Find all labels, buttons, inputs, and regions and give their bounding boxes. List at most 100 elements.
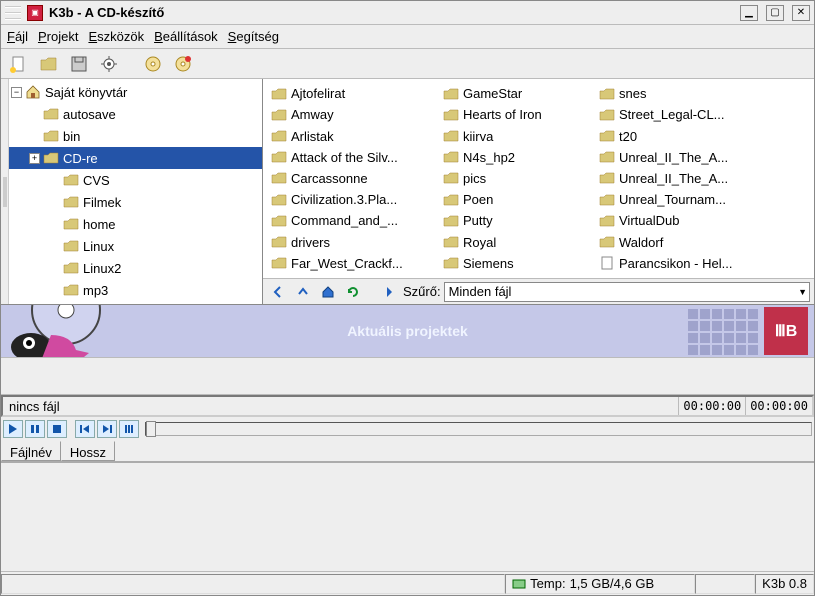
project-area[interactable] <box>1 463 814 571</box>
file-item[interactable]: N4s_hp2 <box>443 147 593 168</box>
tree-item[interactable]: CVS <box>9 169 262 191</box>
column-length[interactable]: Hossz <box>61 441 115 461</box>
file-item[interactable]: Ajtofelirat <box>271 83 437 104</box>
nav-up-button[interactable] <box>292 282 314 302</box>
file-item[interactable]: Far_West_Crackf... <box>271 253 437 274</box>
folder-icon <box>443 255 459 271</box>
filter-value: Minden fájl <box>449 284 512 299</box>
stop-button[interactable] <box>47 420 67 438</box>
banner-deco <box>688 309 758 355</box>
window-title: K3b - A CD-készítő <box>49 5 732 20</box>
menu-project[interactable]: Projekt <box>38 29 78 44</box>
next-button[interactable] <box>97 420 117 438</box>
file-item[interactable]: Attack of the Silv... <box>271 147 437 168</box>
nav-reload-button[interactable] <box>342 282 364 302</box>
tree-item[interactable]: home <box>9 213 262 235</box>
file-item[interactable]: Parancsikon - Hel... <box>599 253 769 274</box>
new-button[interactable] <box>7 52 31 76</box>
file-item[interactable]: Putty <box>443 210 593 231</box>
file-item[interactable]: Amway <box>271 104 437 125</box>
menu-file[interactable]: FFájlájl <box>7 29 28 44</box>
prev-button[interactable] <box>75 420 95 438</box>
tree-item[interactable]: mp3 <box>9 279 262 301</box>
file-item[interactable]: snes <box>599 83 769 104</box>
file-item[interactable]: Siemens <box>443 253 593 274</box>
file-list[interactable]: AjtofeliratAmwayArlistakAttack of the Si… <box>263 79 814 278</box>
folder-icon <box>599 86 615 102</box>
burn-cd-button[interactable] <box>141 52 165 76</box>
seek-slider[interactable] <box>145 422 812 436</box>
file-item[interactable]: GameStar <box>443 83 593 104</box>
close-button[interactable]: ✕ <box>792 5 810 21</box>
burn-cd2-button[interactable] <box>171 52 195 76</box>
file-browser: −Saját könyvtárautosavebin+CD-reCVSFilme… <box>1 79 814 305</box>
tree-pane: −Saját könyvtárautosavebin+CD-reCVSFilme… <box>1 79 263 304</box>
play-button[interactable] <box>3 420 23 438</box>
menu-settings[interactable]: Beállítások <box>154 29 218 44</box>
pane-handle[interactable] <box>1 79 9 304</box>
folder-icon <box>271 107 287 123</box>
file-item[interactable]: Street_Legal-CL... <box>599 104 769 125</box>
tree-root[interactable]: −Saját könyvtár <box>9 81 262 103</box>
folder-icon <box>443 107 459 123</box>
status-version: K3b 0.8 <box>755 574 814 594</box>
nav-back-button[interactable] <box>267 282 289 302</box>
tree-item[interactable]: autosave <box>9 103 262 125</box>
spacer <box>1 357 814 395</box>
file-item[interactable]: Command_and_... <box>271 210 437 231</box>
file-item[interactable]: Royal <box>443 232 593 253</box>
statusbar: Temp: 1,5 GB/4,6 GB K3b 0.8 <box>1 571 814 595</box>
menu-help[interactable]: Segítség <box>228 29 279 44</box>
file-item[interactable]: drivers <box>271 232 437 253</box>
banner-logo: ⅢB <box>764 307 808 355</box>
save-button[interactable] <box>67 52 91 76</box>
tree-item[interactable]: Linux <box>9 235 262 257</box>
column-filename[interactable]: Fájlnév <box>1 441 61 461</box>
nav-home-button[interactable] <box>317 282 339 302</box>
temp-icon <box>512 577 526 591</box>
file-item[interactable]: kiirva <box>443 125 593 146</box>
file-item[interactable]: Unreal_Tournam... <box>599 189 769 210</box>
status-temp: Temp: 1,5 GB/4,6 GB <box>505 574 695 594</box>
menu-tools[interactable]: Eszközök <box>88 29 144 44</box>
player-time-2: 00:00:00 <box>745 397 812 415</box>
open-button[interactable] <box>37 52 61 76</box>
toolbar <box>1 49 814 79</box>
file-item[interactable]: Unreal_II_The_A... <box>599 147 769 168</box>
seek-thumb[interactable] <box>146 421 156 437</box>
playlist-button[interactable] <box>119 420 139 438</box>
file-item[interactable]: t20 <box>599 125 769 146</box>
file-item[interactable]: Unreal_II_The_A... <box>599 168 769 189</box>
tree-item[interactable]: Linux2 <box>9 257 262 279</box>
menubar: FFájlájl Projekt Eszközök Beállítások Se… <box>1 25 814 49</box>
file-item[interactable]: Poen <box>443 189 593 210</box>
tree-item[interactable]: bin <box>9 125 262 147</box>
dropdown-icon: ▼ <box>798 287 807 297</box>
file-item[interactable]: Waldorf <box>599 232 769 253</box>
title-grip[interactable] <box>5 6 21 20</box>
file-item[interactable]: Hearts of Iron <box>443 104 593 125</box>
player-status-text: nincs fájl <box>3 399 678 414</box>
folder-icon <box>271 213 287 229</box>
filter-combo[interactable]: Minden fájl ▼ <box>444 282 810 302</box>
player-controls <box>1 417 814 441</box>
file-item[interactable]: VirtualDub <box>599 210 769 231</box>
tree-item[interactable]: Filmek <box>9 191 262 213</box>
file-item[interactable]: pics <box>443 168 593 189</box>
nav-forward-button[interactable] <box>378 282 400 302</box>
filter-bar: Szűrő: Minden fájl ▼ <box>263 278 814 304</box>
minimize-button[interactable]: ▁ <box>740 5 758 21</box>
folder-icon <box>443 234 459 250</box>
file-item[interactable]: Arlistak <box>271 125 437 146</box>
pause-button[interactable] <box>25 420 45 438</box>
folder-icon <box>599 128 615 144</box>
file-item[interactable]: Carcassonne <box>271 168 437 189</box>
settings-button[interactable] <box>97 52 121 76</box>
player-time-1: 00:00:00 <box>678 397 745 415</box>
folder-icon <box>599 149 615 165</box>
tree[interactable]: −Saját könyvtárautosavebin+CD-reCVSFilme… <box>9 79 262 304</box>
file-item[interactable]: Civilization.3.Pla... <box>271 189 437 210</box>
maximize-button[interactable]: ▢ <box>766 5 784 21</box>
titlebar[interactable]: ▣ K3b - A CD-készítő ▁ ▢ ✕ <box>1 1 814 25</box>
tree-item[interactable]: +CD-re <box>9 147 262 169</box>
